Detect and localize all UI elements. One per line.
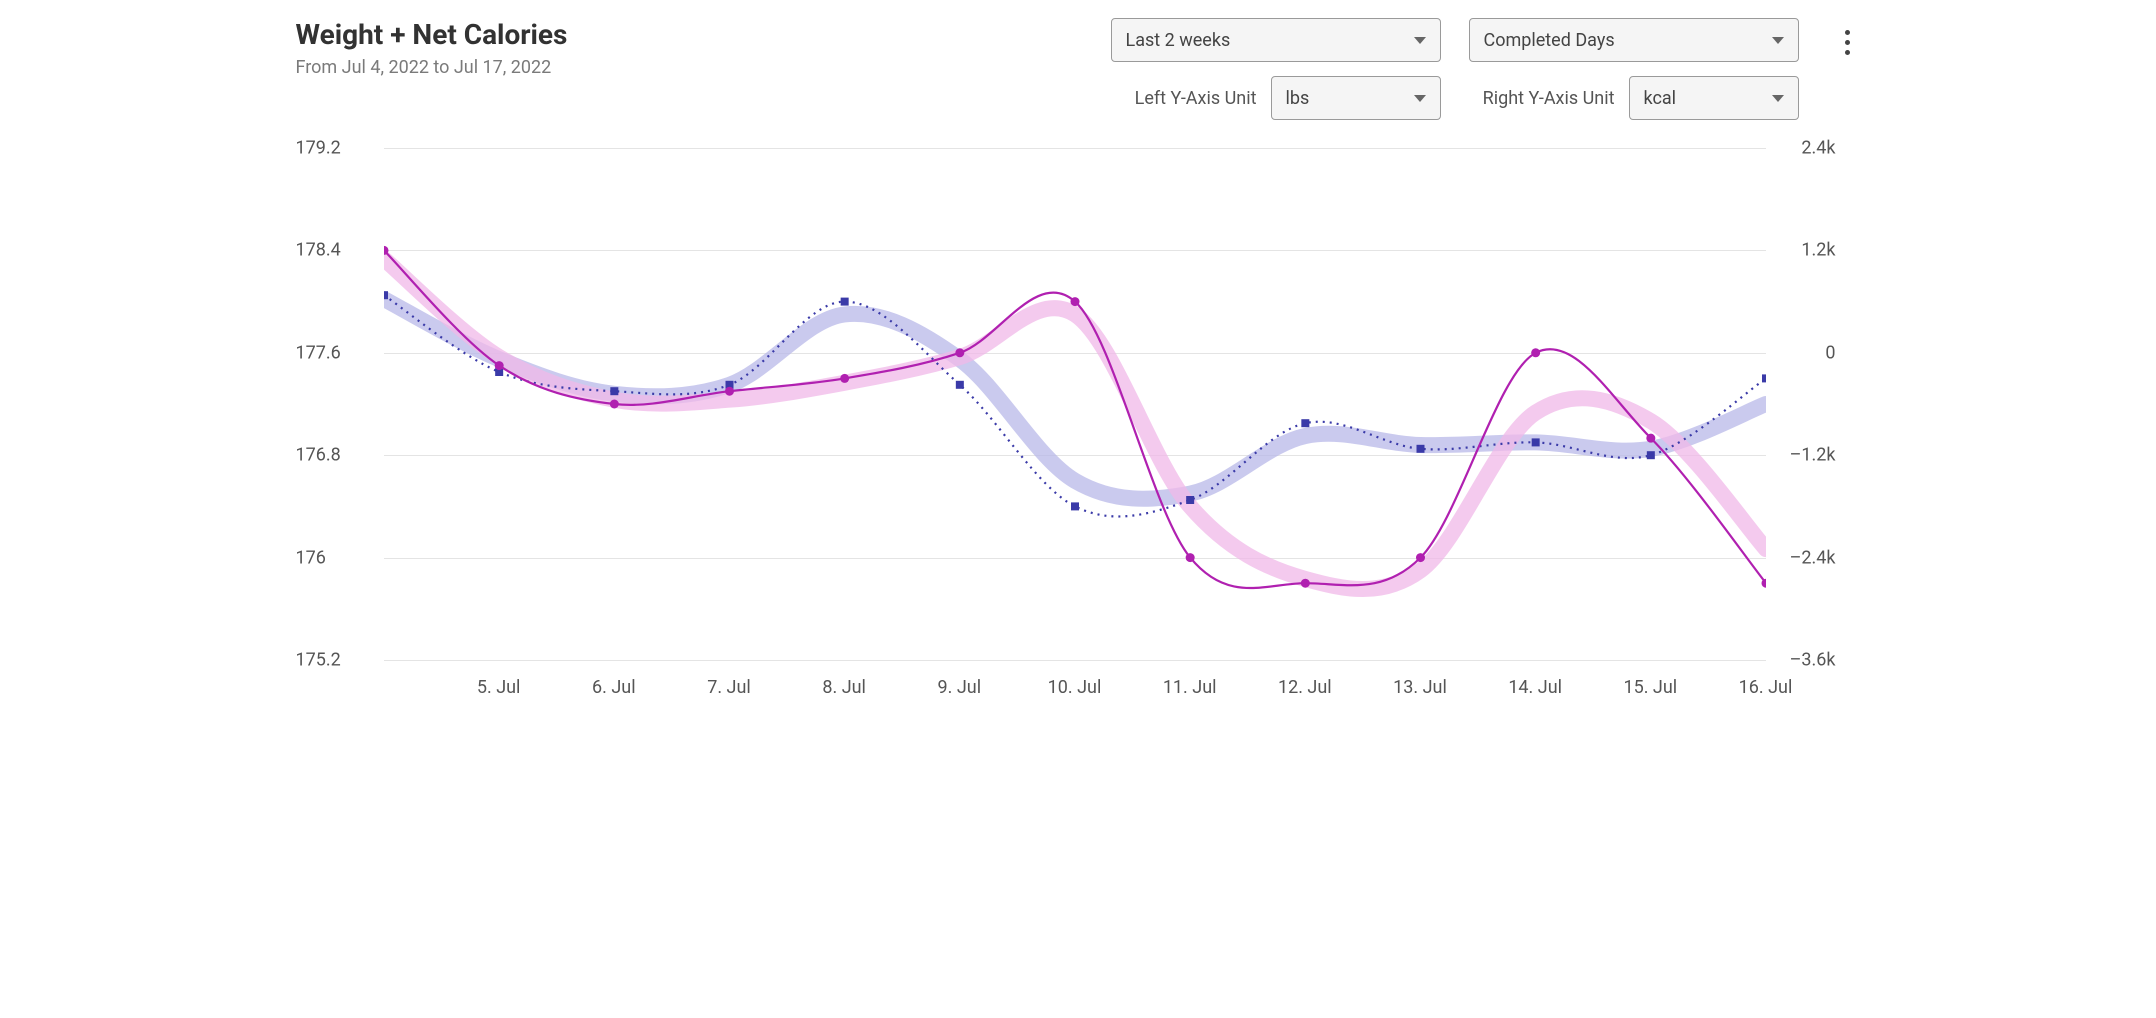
left-axis-unit-label: Left Y-Axis Unit [1135, 88, 1257, 109]
period-value: Last 2 weeks [1126, 30, 1231, 51]
data-point[interactable] [1646, 451, 1654, 459]
data-point[interactable] [1762, 374, 1766, 382]
y-left-tick: 176.8 [296, 445, 341, 466]
y-right-tick: –1.2k [1790, 445, 1836, 466]
chart-area: 175.2 –3.6k 176 –2.4k 176.8 –1.2k 177.6 0 178.4 1… [296, 138, 1836, 698]
period-select[interactable]: Last 2 weeks [1111, 18, 1441, 62]
right-axis-unit-select[interactable]: kcal [1629, 76, 1799, 120]
right-axis-unit-label: Right Y-Axis Unit [1483, 88, 1615, 109]
chevron-down-icon [1772, 37, 1784, 44]
data-point[interactable] [1301, 419, 1309, 427]
data-point[interactable] [609, 400, 618, 409]
chevron-down-icon [1414, 95, 1426, 102]
chevron-down-icon [1414, 37, 1426, 44]
data-point[interactable] [1416, 553, 1425, 562]
data-point[interactable] [955, 381, 963, 389]
date-range-subtitle: From Jul 4, 2022 to Jul 17, 2022 [296, 57, 568, 78]
data-point[interactable] [1185, 553, 1194, 562]
data-point[interactable] [955, 348, 964, 357]
page-title: Weight + Net Calories [296, 18, 568, 51]
y-right-tick: 2.4k [1801, 138, 1835, 159]
y-left-tick: 176 [296, 547, 326, 568]
data-point[interactable] [1646, 434, 1655, 443]
more-options-icon[interactable] [1835, 30, 1861, 55]
days-mode-select[interactable]: Completed Days [1469, 18, 1799, 62]
data-point[interactable] [1531, 348, 1540, 357]
data-point[interactable] [610, 387, 618, 395]
chevron-down-icon [1772, 95, 1784, 102]
series-band [384, 259, 1766, 589]
y-left-tick: 179.2 [296, 138, 341, 159]
data-point[interactable] [384, 291, 388, 299]
data-point[interactable] [1300, 579, 1309, 588]
data-point[interactable] [494, 361, 503, 370]
y-left-tick: 175.2 [296, 650, 341, 671]
chart-svg [384, 138, 1766, 698]
y-right-tick: 0 [1825, 342, 1835, 363]
y-right-tick: 1.2k [1801, 240, 1835, 261]
data-point[interactable] [1531, 438, 1539, 446]
left-axis-unit-select[interactable]: lbs [1271, 76, 1441, 120]
right-axis-unit-value: kcal [1644, 88, 1677, 109]
data-point[interactable] [1070, 297, 1079, 306]
y-left-tick: 177.6 [296, 342, 341, 363]
y-right-tick: –2.4k [1790, 547, 1836, 568]
data-point[interactable] [1186, 496, 1194, 504]
data-point[interactable] [840, 374, 849, 383]
data-point[interactable] [725, 387, 734, 396]
data-point[interactable] [840, 298, 848, 306]
data-point[interactable] [1071, 502, 1079, 510]
data-point[interactable] [1416, 445, 1424, 453]
days-mode-value: Completed Days [1484, 30, 1615, 51]
y-left-tick: 178.4 [296, 240, 341, 261]
y-right-tick: –3.6k [1790, 650, 1836, 671]
left-axis-unit-value: lbs [1286, 88, 1310, 109]
